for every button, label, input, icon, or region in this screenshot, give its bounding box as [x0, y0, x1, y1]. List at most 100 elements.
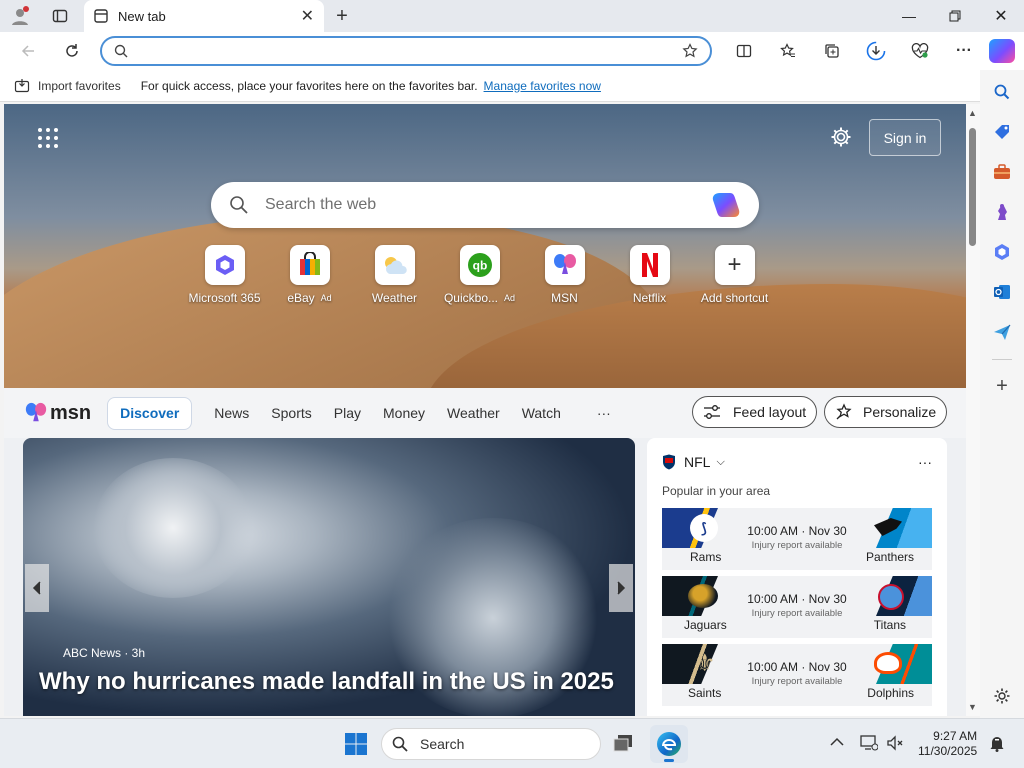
restore-button[interactable] — [932, 0, 978, 32]
app-launcher-icon[interactable] — [38, 128, 58, 148]
shortcut-microsoft-365[interactable]: Microsoft 365 — [182, 245, 267, 305]
game-row[interactable]: 10:00 AM · Nov 30 Injury report availabl… — [662, 576, 932, 638]
satellite-cloud — [93, 458, 253, 598]
add-sidebar-app-icon[interactable]: + — [980, 366, 1024, 406]
tools-icon[interactable] — [980, 152, 1024, 192]
tab-watch[interactable]: Watch — [522, 405, 561, 421]
scroll-up-icon[interactable]: ▲ — [968, 108, 977, 118]
volume-muted-icon[interactable] — [886, 735, 904, 754]
taskbar-search[interactable]: Search — [381, 728, 601, 760]
hero-story-card[interactable]: ABC News · 3h Why no hurricanes made lan… — [23, 438, 635, 716]
story-headline[interactable]: Why no hurricanes made landfall in the U… — [39, 668, 614, 696]
more-menu-icon[interactable]: ··· — [942, 33, 986, 69]
favorite-star-icon[interactable] — [682, 43, 698, 59]
start-button[interactable] — [344, 732, 368, 756]
shopping-icon[interactable] — [980, 112, 1024, 152]
search-icon — [114, 44, 128, 58]
send-icon[interactable] — [980, 312, 1024, 352]
tab-actions-icon[interactable] — [40, 0, 80, 32]
carousel-next-button[interactable] — [609, 564, 633, 612]
address-bar[interactable] — [100, 36, 712, 66]
sidebar-settings-icon[interactable] — [980, 676, 1024, 716]
tab-play[interactable]: Play — [334, 405, 361, 421]
page-settings-icon[interactable] — [830, 126, 854, 150]
address-input[interactable] — [142, 43, 682, 59]
nfl-more-icon[interactable]: ··· — [918, 454, 932, 470]
sign-in-button[interactable]: Sign in — [869, 119, 941, 156]
minimize-button[interactable]: — — [886, 0, 932, 32]
tab-news[interactable]: News — [214, 405, 249, 421]
shortcut-weather[interactable]: Weather — [352, 245, 437, 305]
page-scrollbar[interactable]: ▲ ▼ — [966, 104, 980, 716]
refresh-button[interactable] — [54, 33, 90, 69]
game-time: 10:00 AM · Nov 30 — [747, 524, 847, 538]
profile-icon[interactable] — [0, 0, 40, 32]
feed-layout-button[interactable]: Feed layout — [692, 396, 818, 428]
msn-logo[interactable]: msn — [24, 401, 91, 425]
feed-navigation: msn Discover News Sports Play Money Weat… — [4, 388, 966, 438]
msn-icon — [553, 254, 576, 274]
back-button[interactable] — [10, 33, 46, 69]
ebay-icon — [299, 252, 320, 275]
split-screen-icon[interactable] — [722, 33, 766, 69]
edge-taskbar-icon[interactable] — [650, 725, 688, 763]
sidebar-search-icon[interactable] — [980, 72, 1024, 112]
collections-icon[interactable] — [810, 33, 854, 69]
notifications-icon[interactable] — [988, 734, 1006, 755]
network-icon[interactable] — [860, 735, 879, 754]
shortcut-ebay[interactable]: eBay Ad — [267, 245, 352, 305]
svg-text:qb: qb — [472, 259, 487, 273]
task-view-icon[interactable] — [612, 733, 634, 753]
outlook-icon[interactable] — [980, 272, 1024, 312]
carousel-prev-button[interactable] — [25, 564, 49, 612]
scroll-down-icon[interactable]: ▼ — [968, 702, 977, 712]
personalize-button[interactable]: Personalize — [824, 396, 948, 428]
shortcut-netflix[interactable]: Netflix — [607, 245, 692, 305]
new-tab-button[interactable]: + — [330, 4, 354, 28]
chevron-up-icon[interactable] — [830, 734, 844, 750]
tab-new-tab[interactable]: New tab ✕ — [84, 0, 324, 32]
nfl-shield-icon — [663, 454, 675, 470]
manage-favorites-link[interactable]: Manage favorites now — [484, 79, 601, 93]
nfl-header[interactable]: NFL ⌵ ··· — [662, 454, 932, 470]
tab-discover[interactable]: Discover — [107, 396, 193, 430]
away-team: Panthers — [865, 550, 914, 564]
copilot-icon[interactable] — [711, 191, 741, 219]
ad-badge: Ad — [504, 293, 516, 303]
favorites-icon[interactable] — [766, 33, 810, 69]
close-window-button[interactable]: ✕ — [978, 0, 1024, 32]
chevron-down-icon: ⌵ — [716, 455, 725, 468]
close-tab-icon[interactable]: ✕ — [301, 6, 314, 26]
shortcut-add[interactable]: + Add shortcut — [692, 245, 777, 305]
game-time: 10:00 AM · Nov 30 — [747, 592, 847, 606]
import-favorites-label: Import favorites — [38, 78, 121, 93]
shortcut-label: Microsoft 365 — [188, 291, 261, 305]
game-row[interactable]: ⚜ 10:00 AM · Nov 30 Injury report availa… — [662, 644, 932, 706]
shortcut-label: Netflix — [632, 291, 667, 305]
tab-weather[interactable]: Weather — [447, 405, 500, 421]
background-image: Sign in Search the web Microsoft 365 eBa… — [4, 104, 966, 388]
quickbooks-icon: qb — [467, 253, 492, 277]
performance-icon[interactable] — [898, 33, 942, 69]
import-favorites-button[interactable]: Import favorites — [14, 78, 121, 94]
sidebar-divider — [980, 352, 1024, 366]
scrollbar-thumb[interactable] — [969, 128, 976, 246]
shortcut-label: eBay — [287, 291, 315, 305]
tab-money[interactable]: Money — [383, 405, 425, 421]
feed-more-button[interactable]: ··· — [597, 405, 611, 421]
chevron-left-icon — [32, 581, 41, 595]
web-search-box[interactable]: Search the web — [211, 182, 759, 228]
sliders-icon — [704, 405, 720, 419]
game-row[interactable]: ⟆ 10:00 AM · Nov 30 Injury report availa… — [662, 508, 932, 570]
shortcut-label: Quickbo... — [443, 291, 498, 305]
games-icon[interactable] — [980, 192, 1024, 232]
search-icon — [230, 196, 248, 214]
system-clock[interactable]: 9:27 AM 11/30/2025 — [918, 729, 977, 759]
favorites-bar: Import favorites For quick access, place… — [0, 70, 990, 102]
tab-sports[interactable]: Sports — [271, 405, 311, 421]
microsoft-365-sidebar-icon[interactable] — [980, 232, 1024, 272]
shortcut-msn[interactable]: MSN — [522, 245, 607, 305]
downloads-icon[interactable] — [854, 33, 898, 69]
shortcut-quickbooks[interactable]: qb Quickbo... Ad — [437, 245, 522, 305]
copilot-icon[interactable] — [989, 39, 1015, 63]
